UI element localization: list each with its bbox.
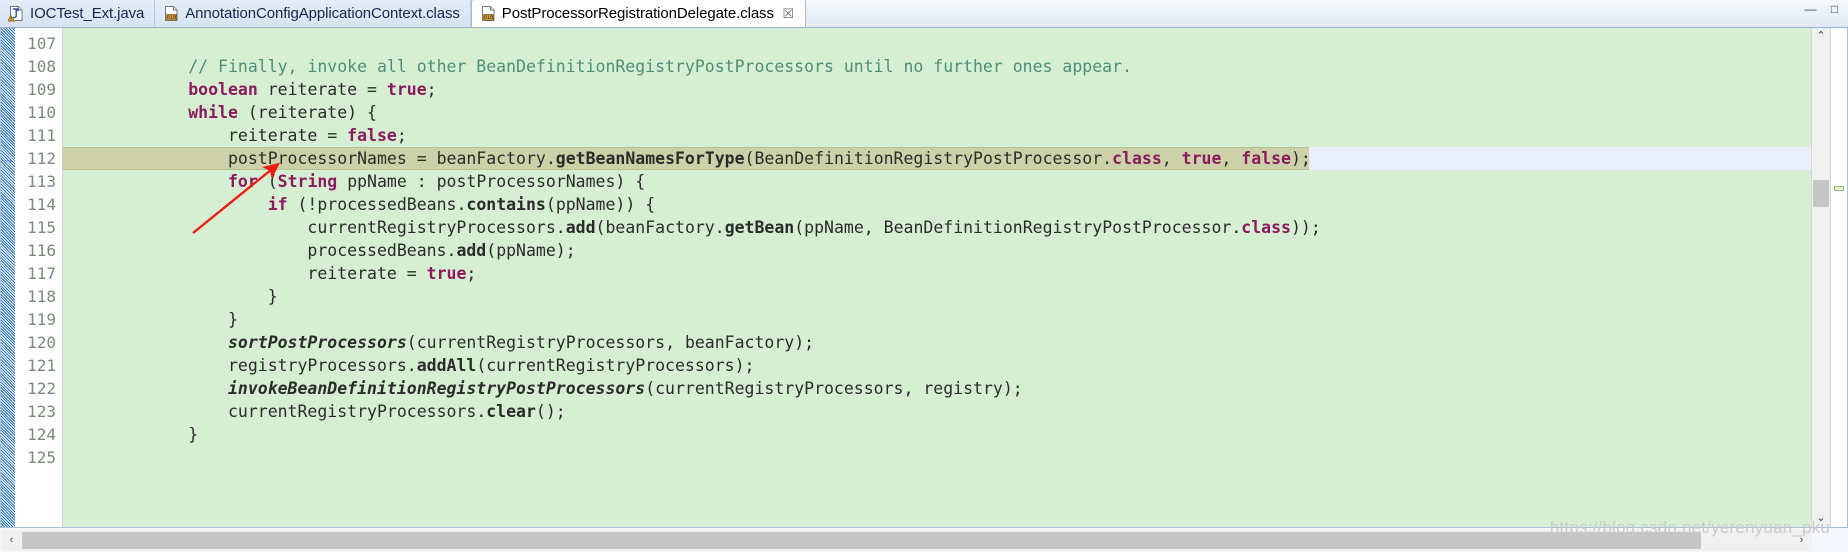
code-line[interactable]: reiterate = false; bbox=[63, 124, 1811, 147]
code-line-text: registryProcessors.addAll(currentRegistr… bbox=[227, 356, 755, 375]
code-line[interactable]: // Finally, invoke all other BeanDefinit… bbox=[63, 55, 1811, 78]
editor-tab-bar: IOCTest_Ext.java 010 AnnotationConfigApp… bbox=[0, 0, 1848, 28]
window-controls: — □ bbox=[1803, 3, 1842, 17]
line-number: 109 bbox=[27, 80, 56, 99]
code-line[interactable]: } bbox=[63, 285, 1811, 308]
step-into-arrow-icon[interactable]: → bbox=[2, 151, 15, 166]
horizontal-scrollbar-thumb[interactable] bbox=[22, 532, 1701, 549]
code-line[interactable]: sortPostProcessors(currentRegistryProces… bbox=[63, 331, 1811, 354]
code-line[interactable] bbox=[63, 32, 1811, 55]
tab-label: IOCTest_Ext.java bbox=[30, 5, 145, 22]
code-line[interactable]: } bbox=[63, 423, 1811, 446]
code-line[interactable]: registryProcessors.addAll(currentRegistr… bbox=[63, 354, 1811, 377]
line-number: 119 bbox=[27, 310, 56, 329]
line-number: 116 bbox=[27, 241, 56, 260]
code-line[interactable]: } bbox=[63, 308, 1811, 331]
line-number: 120 bbox=[27, 333, 56, 352]
code-line[interactable]: invokeBeanDefinitionRegistryPostProcesso… bbox=[63, 377, 1811, 400]
line-number: 107 bbox=[27, 34, 56, 53]
horizontal-scrollbar[interactable]: ‹ › bbox=[1, 530, 1812, 551]
code-line-text: boolean reiterate = true; bbox=[188, 80, 437, 99]
code-line-text: while (reiterate) { bbox=[188, 103, 377, 122]
line-number: 118 bbox=[27, 287, 56, 306]
code-line-text: } bbox=[267, 287, 278, 306]
code-line-text: sortPostProcessors(currentRegistryProces… bbox=[227, 333, 815, 352]
close-icon[interactable]: ☒ bbox=[782, 7, 795, 20]
line-number-gutter: 107 108 109 110 111 112 113 114 115 116 117 118 119 1… bbox=[15, 28, 63, 527]
tab-bar-filler bbox=[806, 0, 1848, 27]
class-file-icon: 010 bbox=[480, 5, 497, 22]
code-line[interactable]: while (reiterate) { bbox=[63, 101, 1811, 124]
line-number: 124 bbox=[27, 425, 56, 444]
code-line[interactable] bbox=[63, 446, 1811, 469]
line-number: 113 bbox=[27, 172, 56, 191]
code-editor-area[interactable]: // Finally, invoke all other BeanDefinit… bbox=[63, 28, 1811, 527]
code-line[interactable]: boolean reiterate = true; bbox=[63, 78, 1811, 101]
svg-text:010: 010 bbox=[167, 15, 176, 21]
line-number: 110 bbox=[27, 103, 56, 122]
vertical-scrollbar-thumb[interactable] bbox=[1813, 180, 1829, 207]
line-number: 115 bbox=[27, 218, 56, 237]
code-line-text: } bbox=[188, 425, 199, 444]
tab-label: PostProcessorRegistrationDelegate.class bbox=[501, 5, 774, 22]
code-line-text: currentRegistryProcessors.clear(); bbox=[227, 402, 566, 421]
code-line[interactable]: if (!processedBeans.contains(ppName)) { bbox=[63, 193, 1811, 216]
line-number: 117 bbox=[27, 264, 56, 283]
overview-ruler-mark[interactable] bbox=[1834, 186, 1844, 191]
svg-text:010: 010 bbox=[484, 15, 493, 21]
code-line-text: for (String ppName : postProcessorNames)… bbox=[227, 172, 646, 191]
code-line-text: invokeBeanDefinitionRegistryPostProcesso… bbox=[227, 379, 1023, 398]
minimize-button[interactable]: — bbox=[1803, 3, 1818, 17]
line-number: 122 bbox=[27, 379, 56, 398]
code-line[interactable]: currentRegistryProcessors.add(beanFactor… bbox=[63, 216, 1811, 239]
code-line[interactable]: reiterate = true; bbox=[63, 262, 1811, 285]
code-line-text: processedBeans.add(ppName); bbox=[307, 241, 576, 260]
java-file-warning-icon bbox=[7, 5, 25, 22]
eclipse-editor-window: IOCTest_Ext.java 010 AnnotationConfigApp… bbox=[0, 0, 1848, 552]
code-line[interactable]: currentRegistryProcessors.clear(); bbox=[63, 400, 1811, 423]
maximize-button[interactable]: □ bbox=[1827, 3, 1842, 17]
tab-label: AnnotationConfigApplicationContext.class bbox=[185, 5, 460, 22]
code-line-text: // Finally, invoke all other BeanDefinit… bbox=[188, 57, 1132, 76]
editor-body: → 107 108 109 110 111 112 113 114 115 116 117 118 11… bbox=[0, 28, 1848, 528]
line-number: 112 bbox=[27, 149, 56, 168]
annotation-ruler[interactable]: → bbox=[1, 28, 15, 527]
code-line[interactable]: processedBeans.add(ppName); bbox=[63, 239, 1811, 262]
line-number: 125 bbox=[27, 448, 56, 467]
line-number: 114 bbox=[27, 195, 56, 214]
code-line-text: currentRegistryProcessors.add(beanFactor… bbox=[307, 218, 1321, 237]
code-line-text: postProcessorNames = beanFactory.getBean… bbox=[227, 149, 1311, 168]
tab-annotationconfigapplicationcontext-class[interactable]: 010 AnnotationConfigApplicationContext.c… bbox=[155, 0, 471, 27]
scroll-left-icon[interactable]: ‹ bbox=[1, 530, 22, 551]
code-line-text: if (!processedBeans.contains(ppName)) { bbox=[267, 195, 656, 214]
scroll-right-icon[interactable]: › bbox=[1791, 530, 1812, 551]
line-number: 121 bbox=[27, 356, 56, 375]
line-number: 108 bbox=[27, 57, 56, 76]
vertical-scrollbar[interactable]: ⌃ ⌄ bbox=[1811, 28, 1830, 527]
scroll-up-icon[interactable]: ⌃ bbox=[1812, 28, 1830, 45]
code-line[interactable]: for (String ppName : postProcessorNames)… bbox=[63, 170, 1811, 193]
line-number: 111 bbox=[27, 126, 56, 145]
class-file-icon: 010 bbox=[163, 5, 180, 22]
code-line-text: } bbox=[227, 310, 238, 329]
horizontal-scrollbar-track[interactable] bbox=[22, 530, 1791, 551]
current-line-tail bbox=[1309, 147, 1811, 170]
scroll-down-icon[interactable]: ⌄ bbox=[1812, 510, 1830, 527]
tab-postprocessorregistrationdelegate-class[interactable]: 010 PostProcessorRegistrationDelegate.cl… bbox=[470, 0, 806, 27]
code-line-current[interactable]: postProcessorNames = beanFactory.getBean… bbox=[63, 147, 1811, 170]
tab-ioctest-ext-java[interactable]: IOCTest_Ext.java bbox=[0, 0, 156, 27]
code-line-text: reiterate = true; bbox=[307, 264, 477, 283]
line-number: 123 bbox=[27, 402, 56, 421]
overview-ruler[interactable] bbox=[1830, 28, 1847, 527]
code-line-text: reiterate = false; bbox=[227, 126, 407, 145]
